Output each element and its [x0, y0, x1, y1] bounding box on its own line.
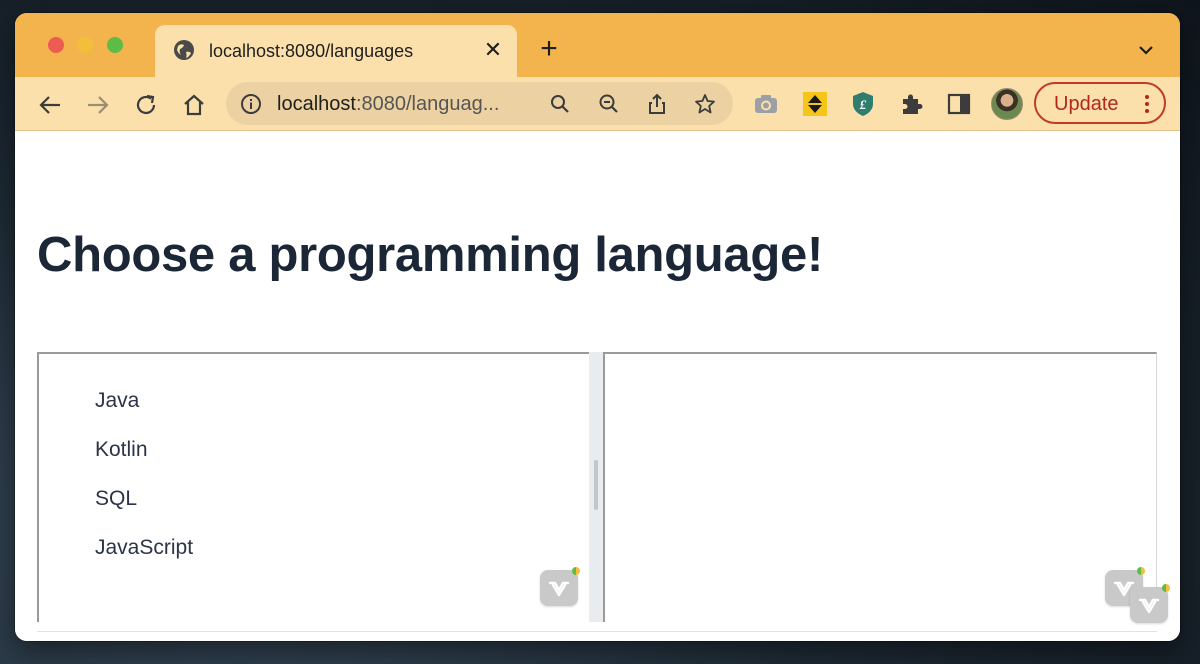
back-icon[interactable] [35, 90, 65, 120]
vaadin-logo-icon [1138, 598, 1160, 614]
tab-strip: localhost:8080/languages ✕ + [15, 13, 1180, 77]
status-dot [1137, 567, 1145, 575]
divider [37, 631, 1157, 632]
profile-avatar[interactable] [991, 88, 1023, 120]
tab-languages[interactable]: localhost:8080/languages ✕ [155, 25, 517, 77]
page-content: Choose a programming language! Java Kotl… [15, 131, 1180, 641]
list-item[interactable]: JavaScript [95, 529, 193, 578]
status-dot [1162, 584, 1170, 592]
update-label: Update [1054, 93, 1119, 115]
close-window-button[interactable] [48, 37, 64, 53]
page-title: Choose a programming language! [37, 228, 823, 282]
globe-icon [173, 39, 195, 61]
status-dot [572, 567, 580, 575]
split-layout-splitter[interactable] [589, 352, 603, 622]
address-url: localhost:8080/languag... [277, 93, 499, 116]
side-panel-icon[interactable] [946, 91, 972, 117]
list-item[interactable]: Java [95, 382, 193, 431]
zoom-out-icon[interactable] [598, 93, 620, 115]
vaadin-logo-icon [548, 581, 570, 597]
share-icon[interactable] [646, 93, 668, 115]
tab-title: localhost:8080/languages [209, 41, 414, 61]
language-list: Java Kotlin SQL JavaScript [95, 382, 193, 578]
reload-icon[interactable] [131, 90, 161, 120]
more-menu-icon[interactable] [1142, 93, 1152, 115]
vaadin-dev-badge[interactable] [540, 567, 580, 606]
browser-window: localhost:8080/languages ✕ + localhost:8… [15, 13, 1180, 641]
tab-search-chevron-icon[interactable] [1135, 39, 1157, 61]
shield-extension-icon[interactable]: £ [850, 91, 876, 117]
list-item[interactable]: Kotlin [95, 431, 193, 480]
minimize-window-button[interactable] [77, 37, 93, 53]
close-tab-icon[interactable]: ✕ [481, 38, 505, 62]
sort-extension-icon[interactable] [802, 91, 828, 117]
bookmark-star-icon[interactable] [694, 93, 716, 115]
forward-icon[interactable] [83, 90, 113, 120]
address-host: localhost [277, 93, 356, 115]
detail-panel [603, 352, 1157, 622]
address-path: :8080/languag... [355, 93, 500, 115]
vaadin-dev-badge[interactable] [1130, 584, 1170, 623]
browser-toolbar: localhost:8080/languag... £ Update [15, 77, 1180, 131]
new-tab-icon[interactable]: + [535, 34, 563, 64]
home-icon[interactable] [179, 90, 209, 120]
language-list-panel: Java Kotlin SQL JavaScript [37, 352, 589, 622]
site-info-icon[interactable] [240, 93, 262, 115]
extensions-puzzle-icon[interactable] [898, 91, 924, 117]
maximize-window-button[interactable] [107, 37, 123, 53]
update-button[interactable]: Update [1034, 82, 1166, 124]
list-item[interactable]: SQL [95, 480, 193, 529]
address-bar[interactable]: localhost:8080/languag... [226, 82, 733, 125]
camera-extension-icon[interactable] [753, 91, 779, 117]
search-icon[interactable] [549, 93, 571, 115]
svg-text:£: £ [859, 97, 867, 112]
splitter-handle[interactable] [594, 460, 598, 510]
